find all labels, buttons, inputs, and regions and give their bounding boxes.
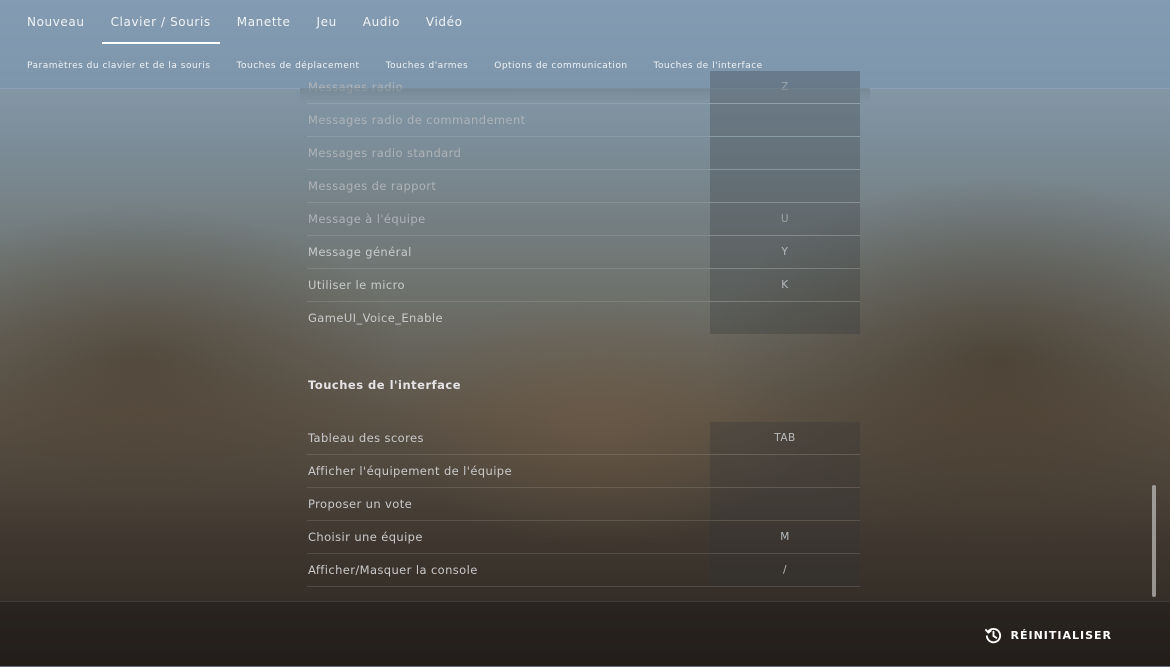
- keybind-key[interactable]: /: [710, 554, 860, 586]
- keybind-key[interactable]: TAB: [710, 422, 860, 454]
- keybind-row[interactable]: Afficher l'équipement de l'équipe: [307, 455, 860, 488]
- tab-audio[interactable]: Audio: [354, 0, 409, 44]
- reset-history-icon: [984, 628, 1001, 644]
- keybind-row[interactable]: Messages radio standard: [307, 137, 860, 170]
- keybind-key[interactable]: [710, 302, 860, 334]
- keybind-row[interactable]: Tableau des scores TAB: [307, 422, 860, 455]
- reset-button[interactable]: RÉINITIALISER: [984, 626, 1113, 645]
- subtab-touches-armes[interactable]: Touches d'armes: [386, 61, 469, 71]
- reset-label: RÉINITIALISER: [1010, 629, 1112, 642]
- keybind-key[interactable]: [710, 104, 860, 136]
- keybind-key[interactable]: [710, 455, 860, 487]
- subtab-touches-interface[interactable]: Touches de l'interface: [654, 61, 763, 71]
- keybind-list: Messages radio Z Messages radio de comma…: [307, 71, 860, 587]
- tab-jeu[interactable]: Jeu: [307, 0, 345, 44]
- keybind-row[interactable]: Message général Y: [307, 236, 860, 269]
- tab-clavier-souris[interactable]: Clavier / Souris: [101, 0, 220, 44]
- subtab-options-communication[interactable]: Options de communication: [494, 61, 627, 71]
- keybind-key[interactable]: [710, 170, 860, 202]
- list-top-fade: [300, 88, 870, 102]
- keybind-key[interactable]: M: [710, 521, 860, 553]
- footer-bar: RÉINITIALISER: [0, 601, 1170, 667]
- tab-video[interactable]: Vidéo: [417, 0, 472, 44]
- keybind-row[interactable]: Choisir une équipe M: [307, 521, 860, 554]
- keybind-key[interactable]: K: [710, 269, 860, 301]
- subtab-parametres-clavier-souris[interactable]: Paramètres du clavier et de la souris: [27, 61, 211, 71]
- keybind-row[interactable]: Utiliser le micro K: [307, 269, 860, 302]
- keybind-row[interactable]: Proposer un vote: [307, 488, 860, 521]
- keybind-key[interactable]: [710, 488, 860, 520]
- keybind-key[interactable]: [710, 137, 860, 169]
- tab-manette[interactable]: Manette: [228, 0, 300, 44]
- subtab-touches-deplacement[interactable]: Touches de déplacement: [237, 61, 360, 71]
- tab-nouveau[interactable]: Nouveau: [18, 0, 94, 44]
- keybind-key[interactable]: U: [710, 203, 860, 235]
- keybind-row[interactable]: Afficher/Masquer la console /: [307, 554, 860, 587]
- keybind-row[interactable]: Messages de rapport: [307, 170, 860, 203]
- keybind-key[interactable]: Y: [710, 236, 860, 268]
- main-tabs: Nouveau Clavier / Souris Manette Jeu Aud…: [18, 0, 480, 44]
- keybind-row[interactable]: Message à l'équipe U: [307, 203, 860, 236]
- keybind-row[interactable]: Messages radio de commandement: [307, 104, 860, 137]
- scrollbar-thumb[interactable]: [1152, 485, 1156, 597]
- sub-tabs: Paramètres du clavier et de la souris To…: [27, 61, 789, 71]
- keybind-row[interactable]: GameUI_Voice_Enable: [307, 302, 860, 334]
- section-title-interface: Touches de l'interface: [308, 378, 462, 392]
